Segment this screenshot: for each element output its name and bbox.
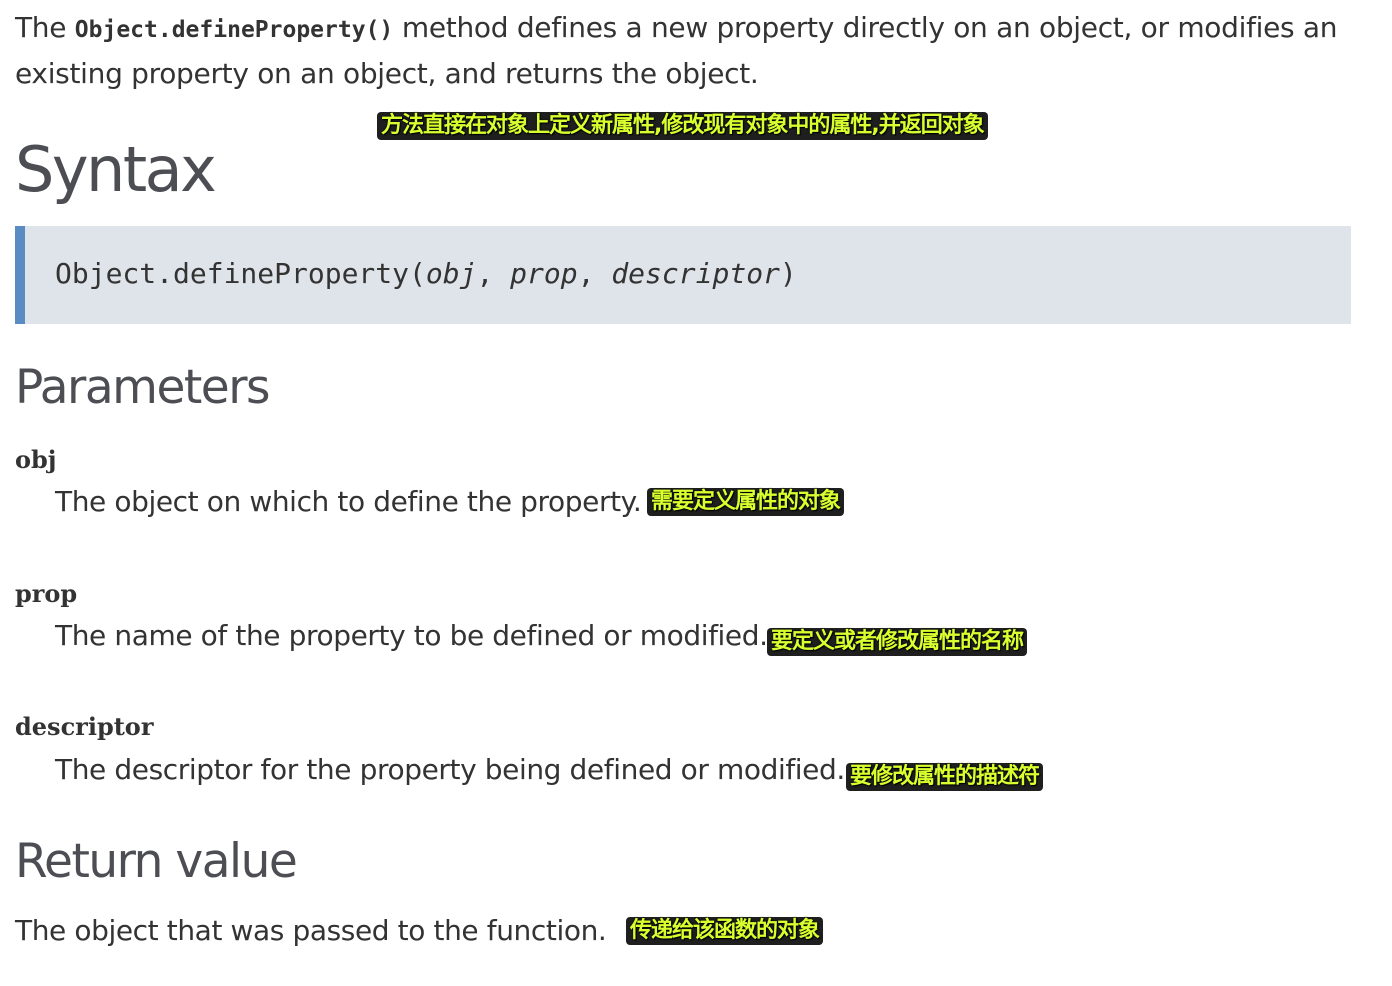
- param-desc-descriptor: The descriptor for the property being de…: [55, 753, 845, 786]
- param-annotation-descriptor: 要修改属性的描述符: [846, 763, 1044, 791]
- syntax-arg-prop: prop: [510, 257, 578, 290]
- param-annotation-obj: 需要定义属性的对象: [647, 488, 845, 516]
- syntax-arg-obj: obj: [425, 257, 477, 290]
- syntax-separator: ,: [577, 257, 612, 290]
- intro-annotation: 方法直接在对象上定义新属性,修改现有对象中的属性,并返回对象: [377, 112, 988, 140]
- syntax-call-suffix: ): [779, 257, 797, 290]
- intro-method-code: Object.defineProperty(): [74, 17, 394, 43]
- syntax-separator: ,: [476, 257, 511, 290]
- parameters-heading: Parameters: [15, 360, 271, 415]
- syntax-code-block: Object.defineProperty(obj, prop, descrip…: [15, 226, 1351, 324]
- param-name-prop: prop: [15, 579, 78, 608]
- param-name-obj: obj: [15, 445, 57, 474]
- param-name-descriptor: descriptor: [15, 712, 154, 741]
- syntax-call-prefix: Object.defineProperty(: [55, 257, 426, 290]
- syntax-signature: Object.defineProperty(obj, prop, descrip…: [55, 254, 797, 294]
- param-desc-prop: The name of the property to be defined o…: [55, 619, 768, 652]
- param-desc-obj: The object on which to define the proper…: [55, 485, 642, 518]
- return-value-annotation: 传递给该函数的对象: [626, 917, 824, 945]
- return-value-heading: Return value: [15, 834, 298, 889]
- intro-prefix: The: [15, 11, 75, 44]
- syntax-arg-descriptor: descriptor: [611, 257, 780, 290]
- intro-paragraph: The Object.defineProperty() method defin…: [15, 6, 1377, 96]
- return-value-description: The object that was passed to the functi…: [15, 914, 607, 947]
- param-annotation-prop: 要定义或者修改属性的名称: [767, 628, 1028, 656]
- syntax-heading: Syntax: [15, 133, 217, 206]
